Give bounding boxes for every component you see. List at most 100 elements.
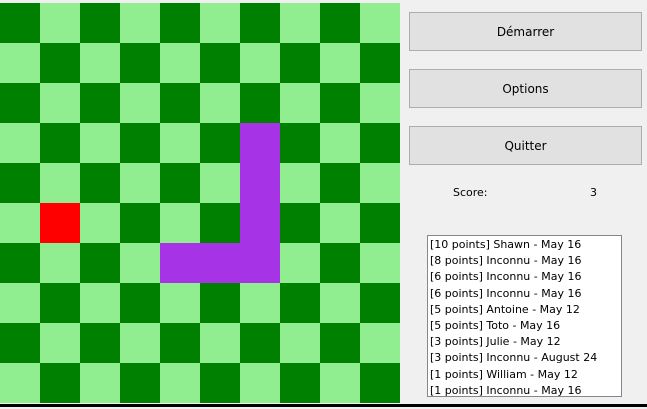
board-cell bbox=[360, 43, 400, 83]
board-cell bbox=[240, 3, 280, 43]
board-cell bbox=[280, 43, 320, 83]
board-cell bbox=[320, 323, 360, 363]
start-button[interactable]: Démarrer bbox=[409, 12, 642, 51]
snake-segment bbox=[160, 243, 200, 283]
list-item[interactable]: [6 points] Inconnu - May 16 bbox=[430, 269, 619, 285]
list-item[interactable]: [8 points] Inconnu - May 16 bbox=[430, 253, 619, 269]
board-cell bbox=[40, 363, 80, 403]
board-cell bbox=[80, 83, 120, 123]
board-cell bbox=[200, 283, 240, 323]
board-cell bbox=[200, 363, 240, 403]
board-cell bbox=[280, 283, 320, 323]
board-cell bbox=[120, 323, 160, 363]
board-cell bbox=[0, 123, 40, 163]
board-cell bbox=[280, 83, 320, 123]
list-item[interactable]: [3 points] Julie - May 12 bbox=[430, 334, 619, 350]
board-cell bbox=[40, 3, 80, 43]
board-cell bbox=[120, 363, 160, 403]
board-cell bbox=[360, 123, 400, 163]
board-cell bbox=[160, 43, 200, 83]
board-cell bbox=[120, 283, 160, 323]
board-cell bbox=[0, 163, 40, 203]
list-item[interactable]: [3 points] Inconnu - August 24 bbox=[430, 350, 619, 366]
board-cell bbox=[280, 363, 320, 403]
board-cell bbox=[40, 43, 80, 83]
board-cell bbox=[360, 283, 400, 323]
board-cell bbox=[160, 203, 200, 243]
board-cell bbox=[200, 43, 240, 83]
list-item[interactable]: [5 points] Antoine - May 12 bbox=[430, 302, 619, 318]
board-cell bbox=[160, 3, 200, 43]
board-cell bbox=[160, 123, 200, 163]
board-cell bbox=[320, 243, 360, 283]
highscore-list[interactable]: [10 points] Shawn - May 16 [8 points] In… bbox=[427, 235, 622, 397]
board-cell bbox=[360, 243, 400, 283]
board-cell bbox=[80, 3, 120, 43]
board-cell bbox=[360, 163, 400, 203]
board-cell bbox=[200, 163, 240, 203]
board-cell bbox=[120, 123, 160, 163]
board-cell bbox=[0, 323, 40, 363]
board-cell bbox=[120, 163, 160, 203]
board-cell bbox=[240, 283, 280, 323]
board-cell bbox=[200, 323, 240, 363]
board-cell bbox=[0, 3, 40, 43]
board-cell bbox=[80, 123, 120, 163]
board-cell bbox=[320, 363, 360, 403]
board-cell bbox=[360, 203, 400, 243]
list-item[interactable]: [6 points] Inconnu - May 16 bbox=[430, 286, 619, 302]
board-cell bbox=[320, 203, 360, 243]
list-item[interactable]: [10 points] Shawn - May 16 bbox=[430, 237, 619, 253]
board-cell bbox=[240, 363, 280, 403]
board-cell bbox=[120, 83, 160, 123]
board-cell bbox=[320, 43, 360, 83]
board-cell bbox=[80, 323, 120, 363]
board-cell bbox=[0, 363, 40, 403]
list-item[interactable]: [5 points] Toto - May 16 bbox=[430, 318, 619, 334]
board-cell bbox=[80, 163, 120, 203]
board-cell bbox=[40, 323, 80, 363]
board-cell bbox=[120, 243, 160, 283]
board-cell bbox=[360, 83, 400, 123]
board-cell bbox=[80, 43, 120, 83]
board-cell bbox=[160, 363, 200, 403]
board-cell bbox=[80, 203, 120, 243]
board-cell bbox=[80, 363, 120, 403]
board-cell bbox=[40, 123, 80, 163]
apple-cell bbox=[40, 203, 80, 243]
board-cell bbox=[0, 83, 40, 123]
board-cell bbox=[160, 323, 200, 363]
game-board bbox=[0, 3, 400, 403]
snake-segment bbox=[240, 123, 280, 163]
board-cell bbox=[320, 3, 360, 43]
board-cell bbox=[120, 203, 160, 243]
list-item[interactable]: [1 points] Inconnu - May 16 bbox=[430, 383, 619, 396]
board-cell bbox=[160, 283, 200, 323]
board-cell bbox=[240, 43, 280, 83]
board-cell bbox=[0, 243, 40, 283]
board-cell bbox=[120, 3, 160, 43]
board-cell bbox=[40, 163, 80, 203]
board-cell bbox=[160, 163, 200, 203]
board-cell bbox=[320, 283, 360, 323]
snake-segment bbox=[240, 203, 280, 243]
board-cell bbox=[280, 323, 320, 363]
quit-button[interactable]: Quitter bbox=[409, 126, 642, 165]
board-cell bbox=[0, 283, 40, 323]
board-cell bbox=[40, 83, 80, 123]
options-button[interactable]: Options bbox=[409, 69, 642, 108]
board-cell bbox=[200, 83, 240, 123]
board-cell bbox=[200, 3, 240, 43]
board-cell bbox=[280, 243, 320, 283]
snake-segment bbox=[240, 243, 280, 283]
board-cell bbox=[280, 203, 320, 243]
board-cell bbox=[320, 123, 360, 163]
board-cell bbox=[0, 43, 40, 83]
board-cell bbox=[280, 123, 320, 163]
score-value: 3 bbox=[590, 186, 597, 199]
board-cell bbox=[200, 203, 240, 243]
list-item[interactable]: [1 points] William - May 12 bbox=[430, 367, 619, 383]
board-cell bbox=[360, 3, 400, 43]
board-cell bbox=[240, 323, 280, 363]
board-cell bbox=[200, 123, 240, 163]
